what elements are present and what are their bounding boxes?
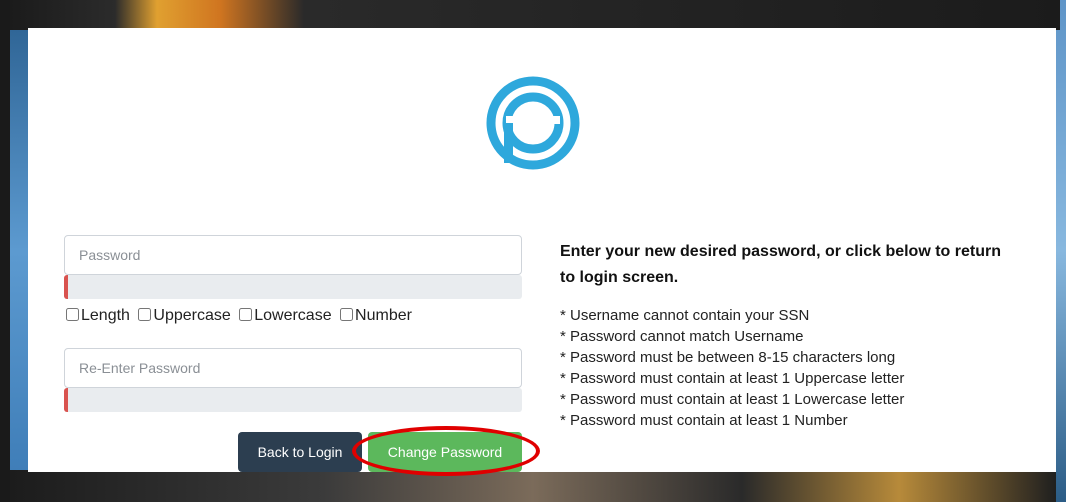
back-to-login-button[interactable]: Back to Login [238,432,362,472]
background-bottom-edge [10,470,1056,502]
password-input[interactable] [64,235,522,275]
check-length-box[interactable] [66,308,79,321]
password-strength-fill [64,275,68,299]
rule-item: * Password must contain at least 1 Lower… [560,391,905,408]
check-uppercase-label: Uppercase [153,307,231,324]
rule-item: * Password must contain at least 1 Upper… [560,370,905,387]
check-number[interactable]: Number [340,307,412,324]
reenter-password-input[interactable] [64,348,522,388]
check-lowercase-box[interactable] [239,308,253,321]
background-right-edge [1056,0,1066,502]
password-strength-bar [64,275,522,299]
password-rules-list: * Username cannot contain your SSN * Pas… [560,305,904,431]
check-length[interactable]: Length [66,307,130,324]
check-length-label: Length [81,307,130,324]
reenter-strength-bar [64,388,522,412]
reenter-strength-fill [64,388,68,412]
password-requirement-checks: Length Uppercase Lowercase Number [66,307,416,325]
instructions-heading: Enter your new desired password, or clic… [560,243,1001,286]
rule-item: * Password cannot match Username [560,328,804,345]
change-password-button[interactable]: Change Password [368,432,522,472]
background-left-edge [10,0,30,502]
rule-item: * Username cannot contain your SSN [560,307,810,324]
check-uppercase-box[interactable] [138,308,152,321]
background-top-edge [10,0,1060,30]
check-lowercase-label: Lowercase [254,307,332,324]
check-lowercase[interactable]: Lowercase [239,307,332,324]
check-number-box[interactable] [340,308,354,321]
rule-item: * Password must be between 8-15 characte… [560,349,896,366]
rule-item: * Password must contain at least 1 Numbe… [560,412,848,429]
brand-p-logo-icon [486,76,580,170]
check-number-label: Number [355,307,412,324]
check-uppercase[interactable]: Uppercase [138,307,231,324]
